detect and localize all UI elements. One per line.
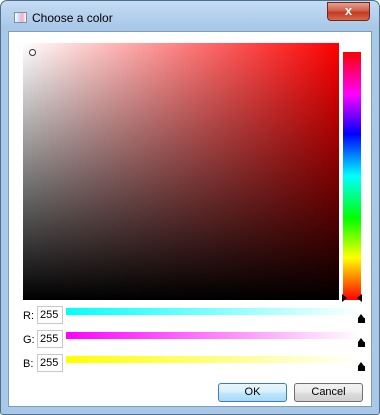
blue-value-field[interactable]: 255 xyxy=(37,354,63,372)
blue-slider-thumb[interactable] xyxy=(358,362,365,371)
green-value-field[interactable]: 255 xyxy=(37,330,63,348)
blue-channel-row: B: 255 xyxy=(0,354,380,374)
hue-slider[interactable] xyxy=(343,52,361,300)
cancel-button[interactable]: Cancel xyxy=(294,383,363,402)
blue-label: B: xyxy=(23,358,34,370)
color-picker-icon xyxy=(14,12,27,23)
window-title: Choose a color xyxy=(32,11,113,25)
red-slider-thumb[interactable] xyxy=(358,314,365,323)
hue-slider-handle[interactable] xyxy=(342,294,362,302)
close-button[interactable]: x xyxy=(327,2,370,21)
title-bar[interactable]: Choose a color x xyxy=(1,1,379,31)
green-label: G: xyxy=(23,334,35,346)
green-slider-thumb[interactable] xyxy=(358,338,365,347)
blue-slider-track[interactable] xyxy=(66,356,361,363)
saturation-value-picker[interactable] xyxy=(23,43,339,300)
saturation-value-cursor[interactable] xyxy=(29,49,36,56)
green-slider-track[interactable] xyxy=(66,332,361,339)
red-value-field[interactable]: 255 xyxy=(37,306,63,324)
red-label: R: xyxy=(23,310,34,322)
red-slider-track[interactable] xyxy=(66,308,361,315)
red-channel-row: R: 255 xyxy=(0,306,380,326)
green-channel-row: G: 255 xyxy=(0,330,380,350)
ok-button[interactable]: OK xyxy=(218,383,287,402)
close-icon: x xyxy=(344,3,353,18)
